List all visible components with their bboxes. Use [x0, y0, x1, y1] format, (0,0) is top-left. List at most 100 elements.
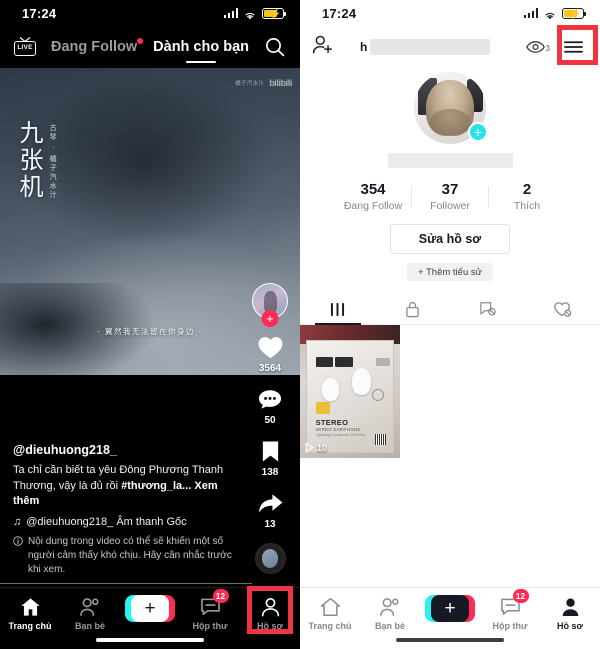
author-avatar[interactable]: +	[252, 283, 288, 327]
grid-posts-icon	[330, 302, 345, 316]
video-action-rail: + 3564 50 138 13	[248, 283, 292, 574]
views-eye-icon[interactable]: 3	[526, 40, 550, 54]
live-icon[interactable]: LIVE	[14, 37, 36, 57]
liked-heart-icon	[554, 301, 572, 317]
tab-grid-posts[interactable]	[300, 294, 375, 325]
status-indicators: ⚡	[523, 7, 586, 20]
nav-item-hop-thu[interactable]: 12 Hộp thư	[180, 589, 240, 631]
add-user-icon[interactable]	[312, 34, 334, 60]
create-plus-icon[interactable]: +	[125, 595, 175, 622]
content-warning-text: Nội dung trong video có thể sẽ khiến một…	[28, 536, 232, 575]
views-count: 3	[545, 44, 550, 53]
tab-danh-cho-ban[interactable]: Dành cho bạn	[153, 39, 249, 63]
battery-charging-icon: ⚡	[562, 7, 586, 20]
comment-count: 50	[264, 415, 276, 426]
comment-icon	[255, 385, 285, 414]
profile-handle-redacted	[387, 153, 513, 168]
add-bio-button[interactable]: + Thêm tiểu sử	[407, 263, 493, 281]
profile-body: + 354 Đang Follow 37 Follower 2 Thích Sử…	[300, 68, 600, 458]
edit-profile-button[interactable]: Sửa hồ sơ	[390, 224, 510, 254]
hires-audio-tag	[315, 401, 331, 414]
earbud-right	[351, 368, 372, 396]
tab-liked[interactable]	[525, 294, 600, 324]
status-time: 17:24	[22, 5, 57, 21]
search-icon[interactable]	[264, 36, 286, 58]
stat-following[interactable]: 354 Đang Follow	[335, 181, 411, 212]
add-avatar-plus-button[interactable]: +	[468, 122, 488, 142]
status-indicators: ⚡	[223, 7, 286, 20]
posts-grid: STEREO WIRED EARPHONE Lightning Connecto…	[300, 325, 600, 458]
nav-item-trang-chu[interactable]: Trang chủ	[0, 595, 60, 631]
repost-icon	[479, 302, 496, 316]
profile-button-row: Sửa hồ sơ	[300, 224, 600, 254]
create-plus-icon[interactable]: +	[425, 595, 475, 622]
heart-icon	[255, 333, 285, 362]
profile-avatar-wrap[interactable]: +	[414, 72, 488, 144]
profile-name-area: h	[342, 39, 518, 55]
nav-item-trang-chu[interactable]: Trang chủ	[300, 595, 360, 631]
post-thumbnail[interactable]: STEREO WIRED EARPHONE Lightning Connecto…	[300, 325, 400, 458]
battery-charging-icon: ⚡	[262, 7, 286, 20]
nav-item-ban-be[interactable]: Bạn bè	[60, 595, 120, 631]
bottom-nav-left: Trang chủ Bạn bè + 12 Hộp thư Hồ sơ	[0, 587, 300, 649]
like-action[interactable]: 3564	[255, 333, 285, 374]
bookmark-icon	[255, 437, 285, 466]
profile-icon	[560, 595, 581, 618]
product-box: STEREO WIRED EARPHONE Lightning Connecto…	[306, 339, 394, 453]
status-bar-right: 17:24 ⚡	[300, 0, 600, 26]
live-label: LIVE	[17, 44, 33, 52]
profile-header: h 3	[300, 26, 600, 68]
feed-tabs: Đang Follow Dành cho bạn	[36, 38, 264, 63]
nav-item-ban-be[interactable]: Bạn bè	[360, 595, 420, 631]
video-caption: @dieuhuong218_ Ta chỉ cần biết ta yêu Đô…	[13, 443, 245, 577]
status-bar-left: 17:24 ⚡	[0, 0, 300, 26]
nav-label: Bạn bè	[374, 621, 405, 631]
share-arrow-icon	[255, 489, 285, 518]
warning-info-icon	[13, 536, 23, 577]
caption-username[interactable]: @dieuhuong218_	[13, 443, 245, 457]
right-phone-profile-screen: 17:24 ⚡ h 3 + 354 Đang Follow 37 Followe…	[300, 0, 600, 649]
active-tab-underline	[186, 60, 217, 63]
content-warning: Nội dung trong video có thể sẽ khiến một…	[13, 535, 245, 577]
lock-private-icon	[406, 301, 419, 317]
music-disc-icon[interactable]	[254, 543, 286, 574]
nav-label: Hộp thư	[192, 621, 228, 631]
nav-item-hop-thu[interactable]: 12 Hộp thư	[480, 589, 540, 631]
caption-music[interactable]: ♫ @dieuhuong218_ Âm thanh Gốc	[13, 516, 245, 528]
bottom-nav-right: Trang chủ Bạn bè + 12 Hộp thư Hồ sơ	[300, 587, 600, 649]
video-watermark: 橘子汽水汁 bilibili	[235, 78, 292, 88]
tab-dang-follow[interactable]: Đang Follow	[51, 38, 144, 55]
nav-item-create[interactable]: +	[120, 595, 180, 622]
friends-icon	[79, 595, 102, 618]
comment-action[interactable]: 50	[255, 385, 285, 426]
product-label-sub2: Lightning Connector Wireless	[315, 433, 366, 438]
share-action[interactable]: 13	[255, 489, 285, 530]
profile-tabs	[300, 294, 600, 325]
nav-item-ho-so[interactable]: Hồ sơ	[240, 595, 300, 631]
hamburger-menu-icon[interactable]	[558, 34, 588, 60]
left-phone-feed-screen: 17:24 ⚡ LIVE Đang Follow Dành cho bạn 橘子…	[0, 0, 300, 649]
tab-private[interactable]	[375, 294, 450, 324]
nav-label: Trang chủ	[308, 621, 352, 631]
inbox-badge: 12	[212, 589, 229, 603]
music-note-icon: ♫	[13, 516, 22, 528]
nav-item-ho-so[interactable]: Hồ sơ	[540, 595, 600, 631]
username-prefix: h	[360, 40, 368, 54]
tab-repost[interactable]	[450, 294, 525, 324]
nav-item-create[interactable]: +	[420, 595, 480, 622]
home-icon	[320, 595, 341, 618]
play-icon	[305, 442, 314, 453]
earbud-left	[322, 378, 339, 401]
stat-likes[interactable]: 2 Thích	[489, 181, 565, 212]
nav-label: Hồ sơ	[257, 621, 283, 631]
stat-followers[interactable]: 37 Follower	[412, 181, 488, 212]
inbox-icon: 12	[500, 589, 529, 618]
profile-stats: 354 Đang Follow 37 Follower 2 Thích	[300, 181, 600, 212]
home-icon	[20, 595, 41, 618]
bookmark-action[interactable]: 138	[255, 437, 285, 478]
caption-hashtag[interactable]: #thương_la...	[121, 480, 191, 492]
bookmark-count: 138	[261, 467, 279, 478]
follow-plus-button[interactable]: +	[261, 310, 279, 327]
username-redacted: h	[360, 39, 491, 55]
caption-text: Ta chỉ cần biết ta yêu Đông Phương Thanh…	[13, 464, 224, 508]
